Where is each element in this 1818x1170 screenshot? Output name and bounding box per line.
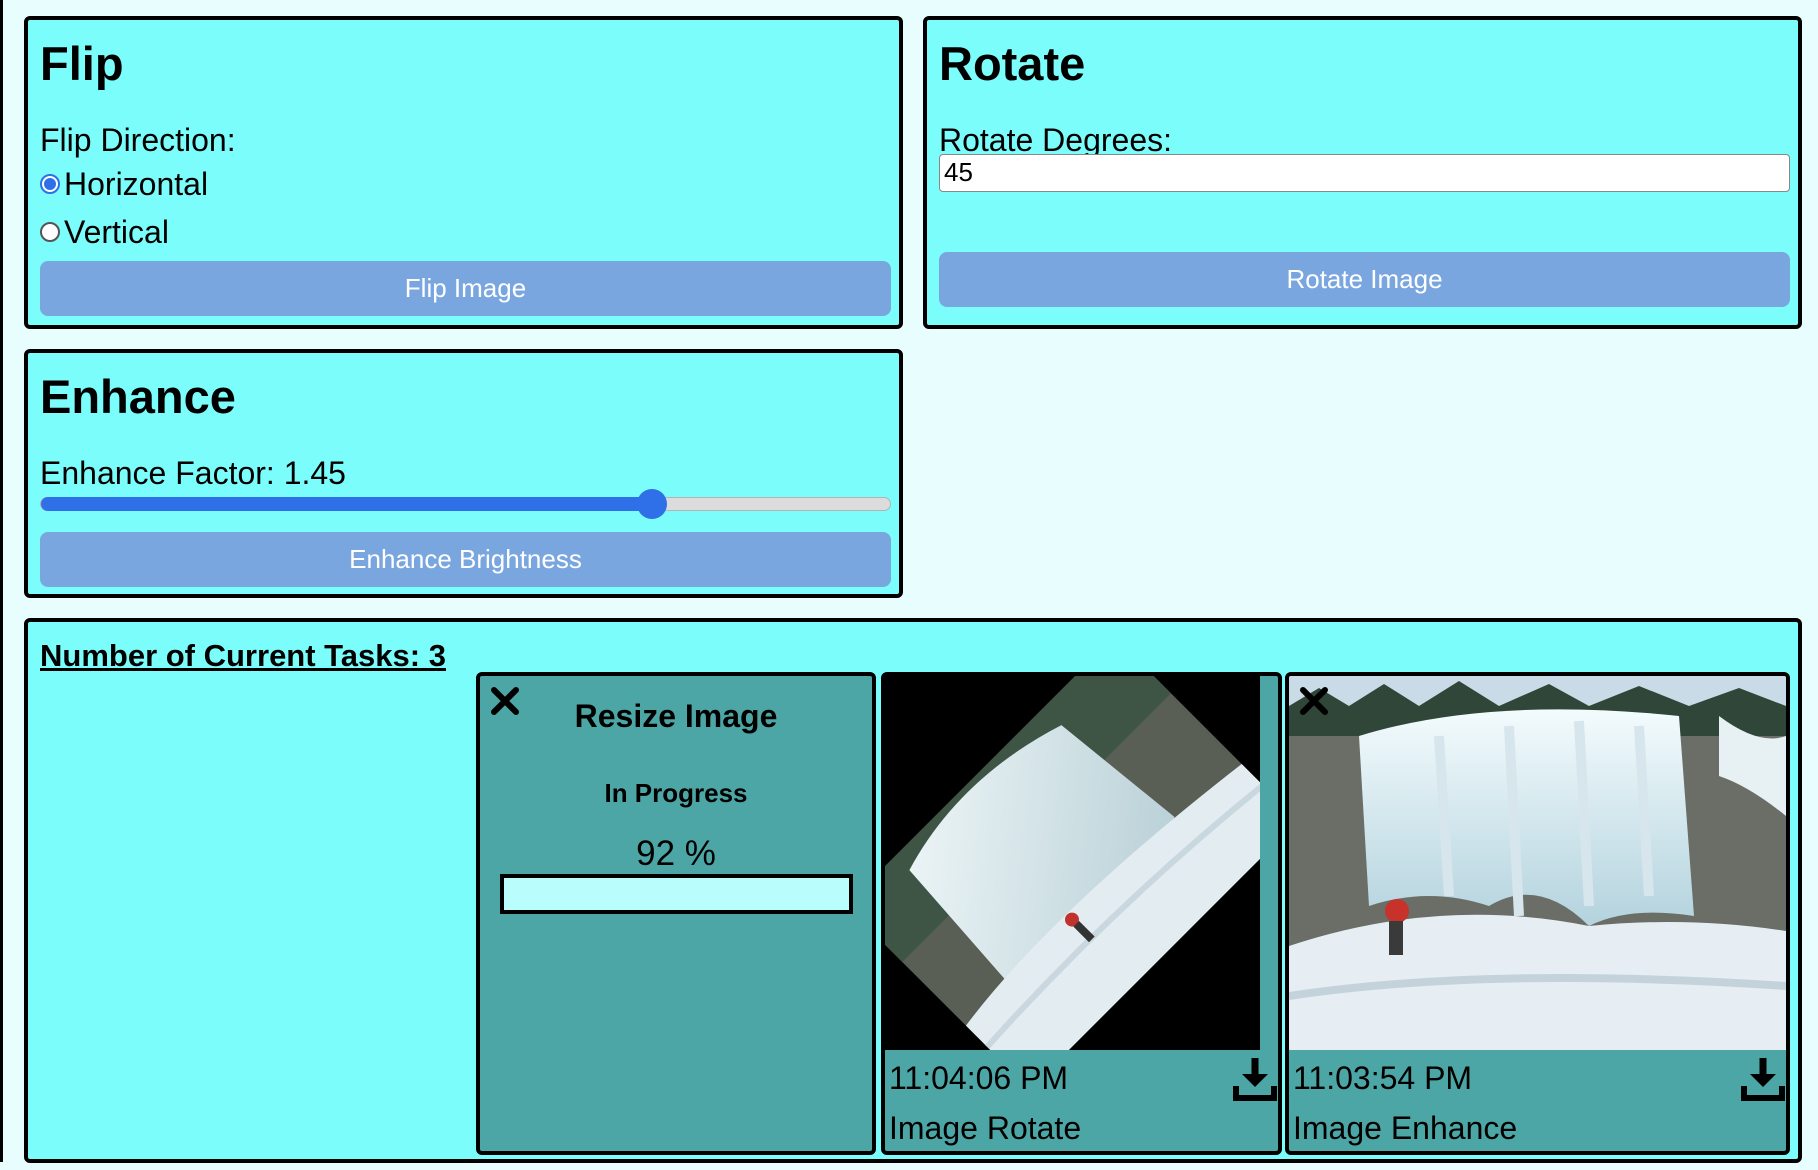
- flip-title: Flip: [40, 37, 124, 90]
- enhance-brightness-button[interactable]: Enhance Brightness: [40, 532, 891, 587]
- page-left-border: [0, 0, 3, 1162]
- task-name: Image Rotate: [889, 1110, 1082, 1146]
- download-icon[interactable]: [1233, 1056, 1277, 1102]
- tasks-panel: Number of Current Tasks: 3 Resize Image …: [24, 618, 1802, 1163]
- vertical-label: Vertical: [64, 214, 169, 250]
- slider-thumb[interactable]: [637, 489, 668, 519]
- task-name: Image Enhance: [1293, 1110, 1518, 1146]
- task-time: 11:04:06 PM: [889, 1060, 1069, 1096]
- task-title: Resize Image: [574, 698, 778, 734]
- enhance-panel: Enhance Enhance Factor: 1.45 Enhance Bri…: [24, 349, 903, 598]
- task-card-enhance: 11:03:54 PM Image Enhance: [1285, 672, 1790, 1155]
- horizontal-radio[interactable]: [40, 174, 60, 194]
- task-progress-bar: [500, 874, 853, 914]
- task-card-resize: Resize Image In Progress 92 %: [476, 672, 876, 1155]
- flip-image-button[interactable]: Flip Image: [40, 261, 891, 316]
- rotate-title: Rotate: [939, 37, 1086, 90]
- flip-panel: Flip Flip Direction: Horizontal Vertical…: [24, 16, 903, 329]
- close-icon[interactable]: [1297, 684, 1331, 718]
- task-status: In Progress: [604, 778, 748, 808]
- current-tasks-heading: Number of Current Tasks: 3: [40, 638, 446, 673]
- flip-direction-label: Flip Direction:: [40, 122, 236, 158]
- enhanced-image-thumbnail[interactable]: [1289, 676, 1786, 1050]
- enhanced-image-icon: [1289, 676, 1786, 1050]
- rotated-image-thumbnail[interactable]: [885, 676, 1260, 1050]
- enhance-title: Enhance: [40, 370, 236, 423]
- progress-fill: [504, 878, 822, 910]
- download-icon[interactable]: [1741, 1056, 1785, 1102]
- rotated-image-icon: [885, 676, 1260, 1050]
- task-percent: 92 %: [636, 834, 716, 873]
- horizontal-label: Horizontal: [64, 166, 209, 202]
- rotate-degrees-label: Rotate Degrees:: [939, 122, 1173, 158]
- flip-option-horizontal[interactable]: Horizontal: [40, 168, 260, 202]
- slider-fill: [41, 497, 653, 511]
- enhance-factor-label: Enhance Factor: 1.45: [40, 455, 346, 491]
- rotate-degrees-input[interactable]: 45: [939, 154, 1790, 192]
- task-card-rotate: 11:04:06 PM Image Rotate: [881, 672, 1282, 1155]
- rotate-panel: Rotate Rotate Degrees: 45 Rotate Image: [923, 16, 1802, 329]
- vertical-radio[interactable]: [40, 222, 60, 242]
- enhance-factor-slider[interactable]: [40, 489, 891, 519]
- flip-option-vertical[interactable]: Vertical: [40, 216, 260, 250]
- task-time: 11:03:54 PM: [1293, 1060, 1473, 1096]
- rotate-image-button[interactable]: Rotate Image: [939, 252, 1790, 307]
